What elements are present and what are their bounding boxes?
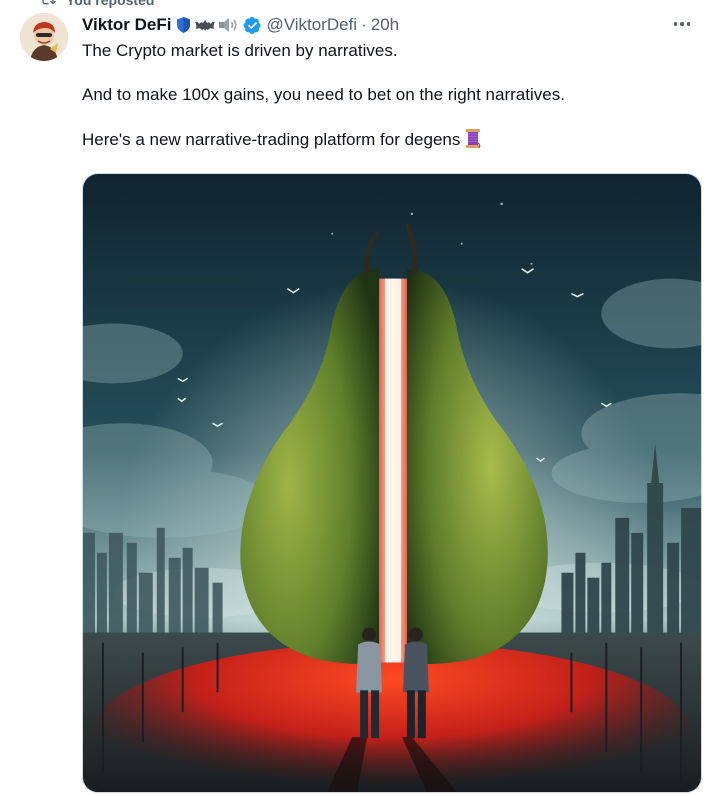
author-name[interactable]: Viktor DeFi (82, 15, 171, 35)
tweet-line-3-text: Here's a new narrative-trading platform … (82, 130, 461, 149)
avatar[interactable] (20, 13, 68, 61)
tweet-line-3: Here's a new narrative-trading platform … (82, 128, 697, 151)
tweet-header: Viktor DeFi @ViktorDefi · 20h (82, 14, 697, 36)
tweet-line-2: And to make 100x gains, you need to bet … (82, 85, 565, 104)
bat-emoji-icon (195, 20, 216, 31)
spool-of-thread-emoji-icon (464, 128, 482, 149)
author-handle[interactable]: @ViktorDefi (266, 15, 357, 35)
repost-label: You reposted (66, 0, 155, 8)
tweet-line-1: The Crypto market is driven by narrative… (82, 41, 398, 60)
repost-indicator[interactable]: You reposted (40, 0, 154, 8)
repost-icon (40, 0, 56, 10)
tweet-text: The Crypto market is driven by narrative… (82, 40, 697, 151)
more-options-icon[interactable] (671, 17, 693, 31)
separator-dot: · (361, 15, 367, 34)
tweet-timestamp[interactable]: 20h (371, 15, 399, 35)
shield-emoji-icon (177, 17, 191, 33)
speaker-emoji-icon (219, 18, 237, 32)
name-emojis (175, 16, 240, 34)
verified-badge-icon[interactable] (243, 16, 262, 35)
tweet-image[interactable] (82, 173, 702, 793)
